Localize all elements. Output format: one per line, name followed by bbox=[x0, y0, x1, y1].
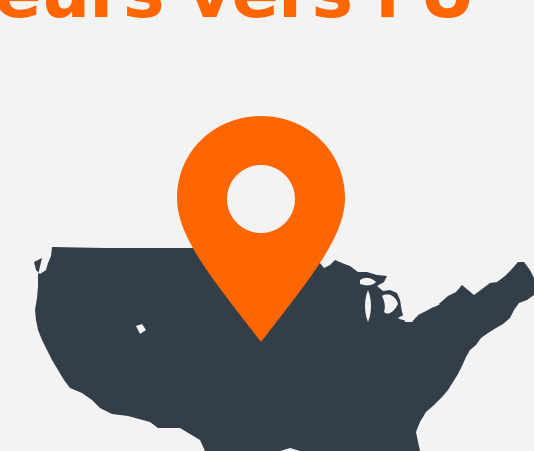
banner: eurs vers l'U bbox=[0, 0, 534, 451]
illustration bbox=[34, 116, 534, 451]
pin-hole bbox=[227, 165, 295, 233]
